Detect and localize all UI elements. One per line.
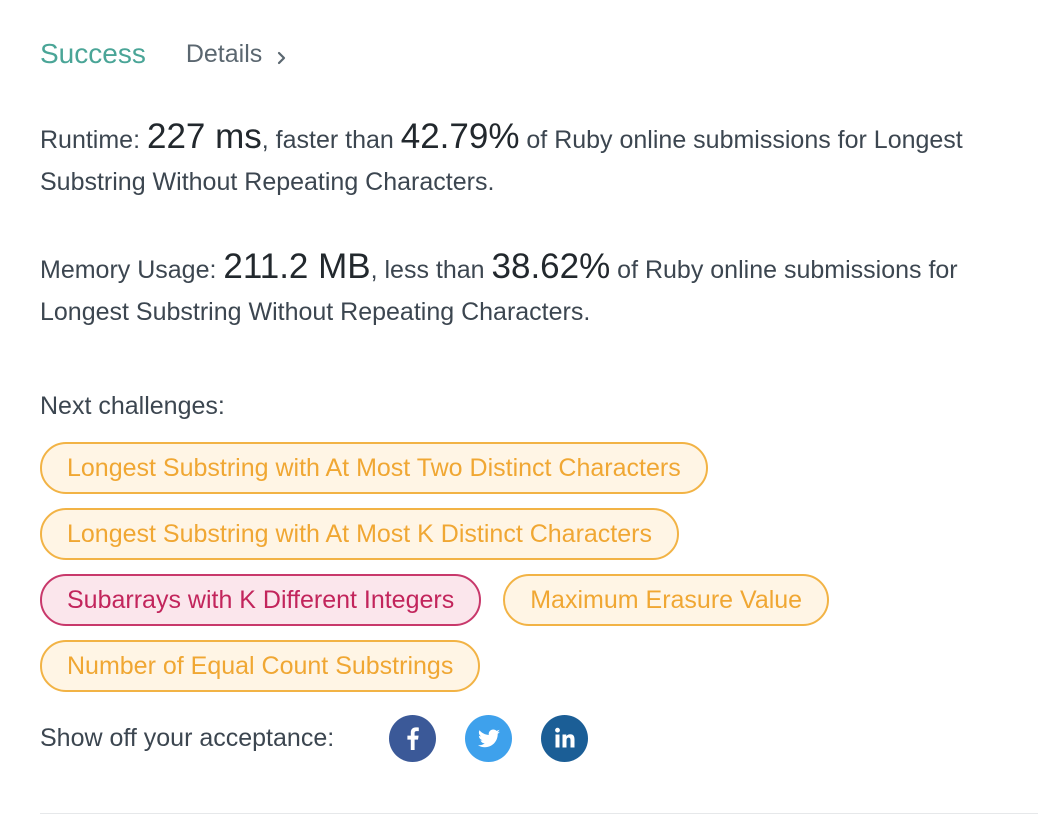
runtime-stat: Runtime: 227 ms, faster than 42.79% of R… (40, 116, 1035, 203)
twitter-icon (478, 729, 501, 747)
bottom-divider (40, 813, 1038, 814)
next-challenges-list: Longest Substring with At Most Two Disti… (40, 442, 1030, 706)
facebook-icon (407, 726, 419, 750)
details-label: Details (185, 39, 263, 68)
next-challenges-label: Next challenges: (40, 392, 225, 420)
challenge-tag-maximum-erasure[interactable]: Maximum Erasure Value (503, 574, 830, 626)
submission-result-panel: Success Details Runtime: 227 ms, faster … (40, 30, 1035, 762)
runtime-percent: 42.79% (400, 117, 520, 156)
memory-mid: , less than (370, 256, 492, 284)
status-text: Success (40, 38, 146, 69)
runtime-value: 227 ms (146, 117, 262, 156)
share-row: Show off your acceptance: (40, 714, 1035, 762)
runtime-label: Runtime: (40, 126, 147, 154)
challenge-tag-subarrays-k-different[interactable]: Subarrays with K Different Integers (40, 574, 482, 626)
result-header: Success Details (40, 30, 1035, 78)
challenge-tag-k-distinct[interactable]: Longest Substring with At Most K Distinc… (40, 508, 679, 560)
memory-value: 211.2 MB (223, 247, 371, 286)
memory-stat: Memory Usage: 211.2 MB, less than 38.62%… (40, 246, 1035, 333)
chevron-right-icon (276, 45, 288, 65)
challenge-tag-equal-count[interactable]: Number of Equal Count Substrings (40, 640, 481, 692)
twitter-share-button[interactable] (465, 714, 513, 762)
challenge-tag-two-distinct[interactable]: Longest Substring with At Most Two Disti… (40, 442, 708, 494)
linkedin-icon (555, 727, 575, 747)
share-label: Show off your acceptance: (40, 723, 335, 752)
details-link[interactable]: Details (186, 40, 288, 69)
memory-percent: 38.62% (491, 247, 611, 286)
facebook-share-button[interactable] (389, 714, 437, 762)
linkedin-share-button[interactable] (541, 714, 589, 762)
memory-label: Memory Usage: (40, 256, 224, 284)
runtime-mid: , faster than (261, 126, 401, 154)
